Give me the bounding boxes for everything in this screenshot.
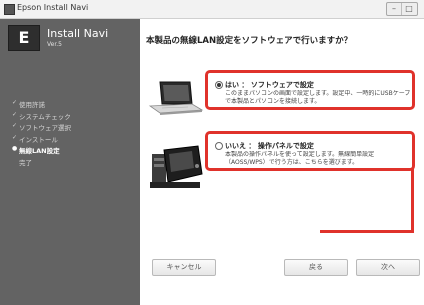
radio-unselected-icon[interactable] bbox=[215, 142, 223, 150]
option-description: 本製品の操作パネルを使って設定します。無線簡単設定 （AOSS/WPS）で行う方… bbox=[225, 151, 410, 167]
window-controls: – □ bbox=[386, 2, 418, 16]
app-name: Install Navi bbox=[47, 27, 109, 40]
option-description-line: で本製品とパソコンを接続します。 bbox=[225, 98, 321, 105]
step-bullet-icon: ● bbox=[12, 145, 18, 152]
step-item: ✓ システムチェック bbox=[0, 111, 140, 123]
page-question: 本製品の無線LAN設定をソフトウェアで行いますか？ bbox=[146, 36, 353, 46]
step-check-icon: ✓ bbox=[12, 133, 18, 141]
step-item: 完了 bbox=[0, 157, 140, 169]
step-list: ✓ 使用許諾 ✓ システムチェック ✓ ソフトウェア選択 ✓ インストール ● … bbox=[0, 99, 140, 168]
minimize-icon[interactable]: – bbox=[387, 3, 402, 15]
cancel-button[interactable]: キャンセル bbox=[152, 259, 216, 276]
step-check-icon: ✓ bbox=[12, 99, 18, 106]
app-version: Ver.5 bbox=[47, 41, 62, 48]
highlight-connector bbox=[411, 168, 414, 232]
step-item-current: ● 無線LAN設定 bbox=[0, 145, 140, 157]
step-label: 完了 bbox=[19, 158, 32, 167]
step-check-icon: ✓ bbox=[12, 110, 18, 118]
option-description-line: このままパソコンの画面で設定します。設定中、一時的にUSBケーブル bbox=[225, 90, 410, 97]
option-title: いいえ ： 操作パネルで設定 bbox=[225, 142, 314, 150]
step-check-icon: ✓ bbox=[12, 122, 18, 129]
next-button[interactable]: 次へ bbox=[356, 259, 420, 276]
option-description: このままパソコンの画面で設定します。設定中、一時的にUSBケーブル で本製品とパ… bbox=[225, 90, 410, 106]
step-item: ✓ 使用許諾 bbox=[0, 99, 140, 111]
epson-logo: E bbox=[8, 25, 40, 51]
step-label: 無線LAN設定 bbox=[19, 147, 60, 155]
logo-letter: E bbox=[18, 28, 30, 47]
step-label: ソフトウェア選択 bbox=[19, 124, 71, 132]
control-panel-icon bbox=[150, 145, 203, 188]
step-item: ✓ インストール bbox=[0, 134, 140, 146]
laptop-icon bbox=[148, 81, 204, 115]
option-title: はい ： ソフトウェアで設定 bbox=[225, 81, 314, 89]
step-label: インストール bbox=[19, 135, 58, 144]
step-label: システムチェック bbox=[19, 112, 71, 121]
sidebar: E Install Navi Ver.5 ✓ 使用許諾 ✓ システムチェック ✓… bbox=[0, 19, 140, 305]
radio-selected-icon[interactable] bbox=[215, 81, 223, 89]
app-icon bbox=[4, 4, 15, 15]
title-bar: Epson Install Navi – □ bbox=[0, 0, 424, 19]
highlight-connector bbox=[320, 230, 414, 233]
maximize-icon[interactable]: □ bbox=[402, 3, 416, 15]
window-title: Epson Install Navi bbox=[17, 3, 89, 12]
back-button[interactable]: 戻る bbox=[284, 259, 348, 276]
option-description-line: （AOSS/WPS）で行う方は、こちらを選びます。 bbox=[225, 159, 359, 166]
option-software-setup[interactable]: はい ： ソフトウェアで設定 このままパソコンの画面で設定します。設定中、一時的… bbox=[205, 70, 415, 110]
step-item: ✓ ソフトウェア選択 bbox=[0, 122, 140, 134]
step-label: 使用許諾 bbox=[19, 101, 45, 109]
option-panel-setup[interactable]: いいえ ： 操作パネルで設定 本製品の操作パネルを使って設定します。無線簡単設定… bbox=[205, 131, 415, 171]
option-description-line: 本製品の操作パネルを使って設定します。無線簡単設定 bbox=[225, 151, 375, 158]
